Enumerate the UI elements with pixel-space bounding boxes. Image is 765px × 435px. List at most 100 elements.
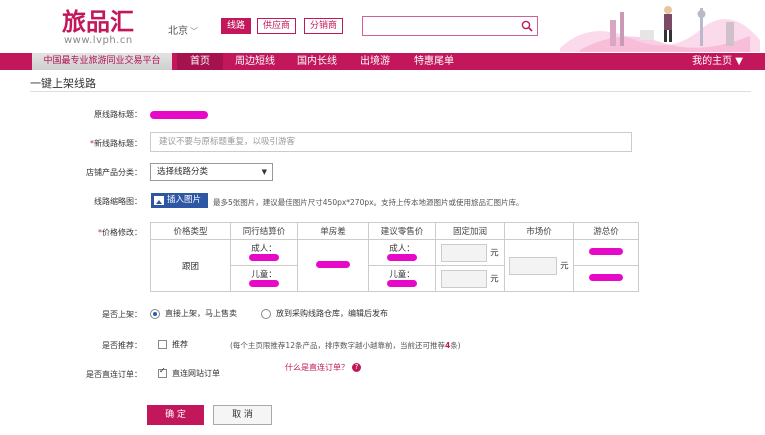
- header-peer-price: 同行结算价: [230, 222, 298, 240]
- title-divider: [30, 91, 751, 92]
- insert-image-label: 插入图片: [167, 195, 202, 205]
- tab-supplier[interactable]: 供应商: [257, 18, 297, 34]
- retail-adult-cell: 成人：: [368, 239, 436, 266]
- header-price-type: 价格类型: [150, 222, 231, 240]
- retail-adult-label: 成人：: [389, 243, 415, 254]
- header-single-room: 单房差: [297, 222, 369, 240]
- original-title-label: 原线路标题：: [94, 110, 142, 119]
- nav-slogan: 中国最专业旅游同业交易平台: [32, 53, 172, 70]
- shelf-direct-radio[interactable]: [150, 308, 160, 319]
- tab-distributor[interactable]: 分销商: [304, 18, 344, 34]
- shelf-options: 直接上架，马上售卖 放到采购线路仓库，编辑后发布: [150, 308, 388, 319]
- logo[interactable]: 旅品汇: [62, 6, 142, 36]
- markup-adult-input[interactable]: [441, 243, 488, 262]
- market-price-input[interactable]: [509, 256, 558, 275]
- direct-order-label: 是否直连订单：: [86, 370, 142, 379]
- shelf-warehouse-radio[interactable]: [261, 308, 271, 319]
- nav-item-deals[interactable]: 特惠尾单: [407, 53, 461, 70]
- page-title: 一键上架线路: [30, 77, 96, 90]
- total-child-cell: [573, 265, 639, 292]
- direct-order-options: 直连网站订单: [158, 366, 220, 379]
- search-box[interactable]: [362, 16, 538, 36]
- recommend-label: 是否推荐：: [102, 341, 142, 350]
- peer-adult-label: 成人：: [251, 243, 277, 254]
- header-suggested-retail: 建议零售价: [368, 222, 436, 240]
- question-icon: ?: [352, 363, 361, 372]
- insert-image-button[interactable]: 插入图片: [151, 193, 209, 208]
- search-input[interactable]: [366, 18, 520, 36]
- redacted-peer-child: [249, 279, 279, 287]
- single-room-cell: [297, 239, 369, 292]
- image-hint: 最多5张图片，建议最佳图片尺寸450px*270px。支持上传本地源图片或使用旅…: [213, 198, 524, 207]
- nav-item-home[interactable]: 首页: [177, 53, 223, 70]
- peer-child-cell: 儿童：: [230, 265, 298, 292]
- nav-item-outbound[interactable]: 出境游: [352, 53, 398, 70]
- category-select[interactable]: 选择线路分类 ▼: [150, 163, 273, 181]
- redacted-retail-adult: [387, 253, 417, 261]
- city-selector[interactable]: 北京 ﹀: [168, 22, 198, 37]
- redacted-total-adult: [589, 247, 623, 255]
- tab-route[interactable]: 线路: [221, 18, 252, 34]
- direct-order-option-label[interactable]: 直连网站订单: [172, 368, 220, 379]
- recommend-hint-prefix: (每个主页限推荐12条产品，排序数字越小越靠前，当前还可推荐: [230, 341, 445, 350]
- market-price-cell: 元: [504, 239, 574, 292]
- direct-order-checkbox[interactable]: [158, 366, 167, 378]
- new-title-label-text: 新线路标题：: [94, 139, 142, 148]
- recommend-checkbox[interactable]: [158, 340, 167, 349]
- search-icon[interactable]: [521, 20, 533, 35]
- recommend-options: 推荐: [158, 339, 188, 350]
- markup-child-cell: 元: [435, 265, 505, 292]
- recommend-hint: (每个主页限推荐12条产品，排序数字越小越靠前，当前还可推荐4条): [230, 340, 461, 351]
- unit-label: 元: [560, 261, 569, 271]
- chevron-down-icon: ﹀: [190, 27, 198, 36]
- redacted-retail-child: [387, 279, 417, 287]
- redacted-total-child: [589, 273, 623, 281]
- image-icon: [154, 196, 164, 205]
- dropdown-arrow-icon: ▼: [261, 168, 267, 176]
- redacted-peer-adult: [249, 253, 279, 261]
- header-market-price: 市场价: [504, 222, 574, 240]
- category-select-value: 选择线路分类: [157, 167, 209, 177]
- retail-child-label: 儿童：: [389, 269, 415, 280]
- recommend-hint-suffix: 条): [450, 341, 461, 350]
- new-title-label: *新线路标题：: [22, 138, 142, 149]
- cancel-button[interactable]: 取 消: [213, 405, 272, 425]
- new-title-input[interactable]: 建议不要与原标题重复，以吸引游客: [150, 132, 632, 152]
- unit-label: 元: [490, 274, 499, 284]
- price-type-cell: 跟团: [150, 239, 231, 292]
- logo-text: 旅品汇: [62, 8, 134, 36]
- nav-item-short-trips[interactable]: 周边短线: [228, 53, 282, 70]
- markup-adult-cell: 元: [435, 239, 505, 266]
- direct-order-help-text: 什么是直连订单？: [285, 363, 349, 372]
- header-total-price: 游总价: [573, 222, 639, 240]
- confirm-button[interactable]: 确 定: [147, 405, 204, 425]
- peer-adult-cell: 成人：: [230, 239, 298, 266]
- price-label: *价格修改：: [22, 227, 142, 238]
- markup-child-input[interactable]: [441, 269, 488, 288]
- total-adult-cell: [573, 239, 639, 266]
- my-page-label: 我的主页: [692, 56, 733, 67]
- category-label: 店铺产品分类：: [86, 168, 142, 177]
- peer-child-label: 儿童：: [251, 269, 277, 280]
- logo-url: www.lvph.cn: [64, 35, 133, 46]
- price-row-adult: 跟团 成人： 成人： 元 元: [150, 239, 639, 292]
- city-label: 北京: [168, 26, 188, 37]
- nav-item-domestic[interactable]: 国内长线: [290, 53, 344, 70]
- retail-child-cell: 儿童：: [368, 265, 436, 292]
- price-table: 价格类型 同行结算价 单房差 建议零售价 固定加润 市场价 游总价 跟团 成人：…: [150, 222, 639, 292]
- redacted-original-title: [150, 111, 208, 119]
- price-label-text: 价格修改：: [102, 228, 142, 237]
- shelf-direct-label[interactable]: 直接上架，马上售卖: [165, 308, 237, 319]
- unit-label: 元: [490, 248, 499, 258]
- header-decoration-image: [550, 0, 765, 52]
- shelf-label: 是否上架：: [102, 310, 142, 319]
- my-page-menu[interactable]: 我的主页 ▼: [692, 53, 743, 70]
- direct-order-help-link[interactable]: 什么是直连订单？ ?: [285, 362, 361, 373]
- shelf-warehouse-label[interactable]: 放到采购线路仓库，编辑后发布: [276, 308, 388, 319]
- price-table-header-row: 价格类型 同行结算价 单房差 建议零售价 固定加润 市场价 游总价: [150, 222, 639, 240]
- caret-down-icon: ▼: [735, 56, 743, 67]
- image-label: 线路缩略图：: [94, 197, 142, 206]
- header-fixed-markup: 固定加润: [435, 222, 505, 240]
- recommend-option-label[interactable]: 推荐: [172, 339, 188, 350]
- redacted-single-room: [316, 260, 350, 268]
